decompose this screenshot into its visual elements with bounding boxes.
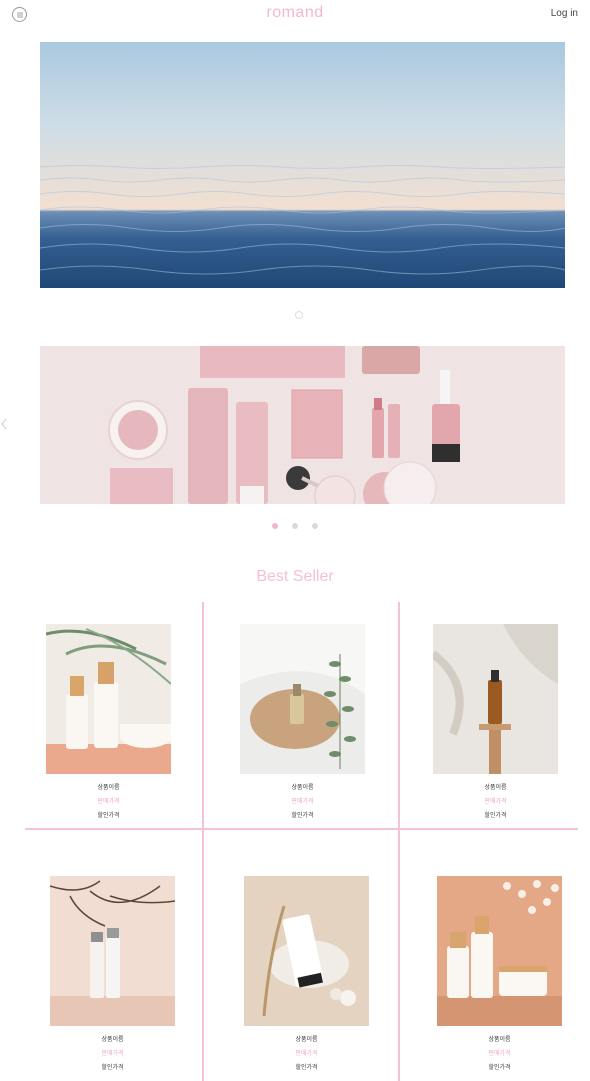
product-price: 판매가격 — [101, 1051, 124, 1057]
carousel-dot-3[interactable] — [312, 523, 319, 529]
product-price: 판매가격 — [488, 1051, 511, 1057]
product-photo[interactable] — [240, 624, 365, 774]
cosmetics-illustration — [40, 346, 565, 504]
grid-divider — [25, 828, 578, 830]
product-card[interactable]: 상품이름 판매가격 할인가격 — [50, 876, 175, 1072]
product-photo[interactable] — [437, 876, 562, 1026]
product-sale-price: 할인가격 — [291, 813, 314, 819]
carousel-dot-2[interactable] — [292, 523, 298, 529]
ocean-illustration — [40, 165, 565, 275]
product-card[interactable]: 상품이름 판매가격 할인가격 — [46, 624, 171, 820]
product-photo[interactable] — [244, 876, 369, 1026]
header: romand Log in — [0, 0, 590, 30]
product-name[interactable]: 상품이름 — [240, 784, 365, 792]
best-seller-title: Best Seller — [256, 568, 334, 585]
product-price: 판매가격 — [97, 799, 120, 805]
login-link[interactable]: Log in — [551, 8, 578, 19]
grid-divider — [202, 602, 204, 1081]
cosmetics-banner[interactable] — [40, 346, 565, 504]
product-price: 판매가격 — [291, 799, 314, 805]
product-name[interactable]: 상품이름 — [433, 784, 558, 792]
product-price: 판매가격 — [295, 1051, 318, 1057]
scroll-indicator-icon — [295, 311, 303, 319]
product-name[interactable]: 상품이름 — [46, 784, 171, 792]
brand-logo[interactable]: romand — [0, 4, 590, 22]
product-card[interactable]: 상품이름 판매가격 할인가격 — [240, 624, 365, 820]
product-sale-price: 할인가격 — [488, 1065, 511, 1071]
product-sale-price: 할인가격 — [97, 813, 120, 819]
product-sale-price: 할인가격 — [295, 1065, 318, 1071]
carousel-pagination — [0, 516, 590, 534]
product-name[interactable]: 상품이름 — [244, 1036, 369, 1044]
product-price: 판매가격 — [484, 799, 507, 805]
product-card[interactable]: 상품이름 판매가격 할인가격 — [433, 624, 558, 820]
grid-divider — [398, 602, 400, 1081]
product-card[interactable]: 상품이름 판매가격 할인가격 — [244, 876, 369, 1072]
chevron-left-icon[interactable] — [1, 418, 7, 430]
carousel-dot-1[interactable] — [271, 523, 278, 529]
hero-image — [40, 42, 565, 288]
product-photo[interactable] — [50, 876, 175, 1026]
product-photo[interactable] — [433, 624, 558, 774]
product-name[interactable]: 상품이름 — [50, 1036, 175, 1044]
product-card[interactable]: 상품이름 판매가격 할인가격 — [437, 876, 562, 1072]
product-photo[interactable] — [46, 624, 171, 774]
product-sale-price: 할인가격 — [101, 1065, 124, 1071]
product-name[interactable]: 상품이름 — [437, 1036, 562, 1044]
product-sale-price: 할인가격 — [484, 813, 507, 819]
